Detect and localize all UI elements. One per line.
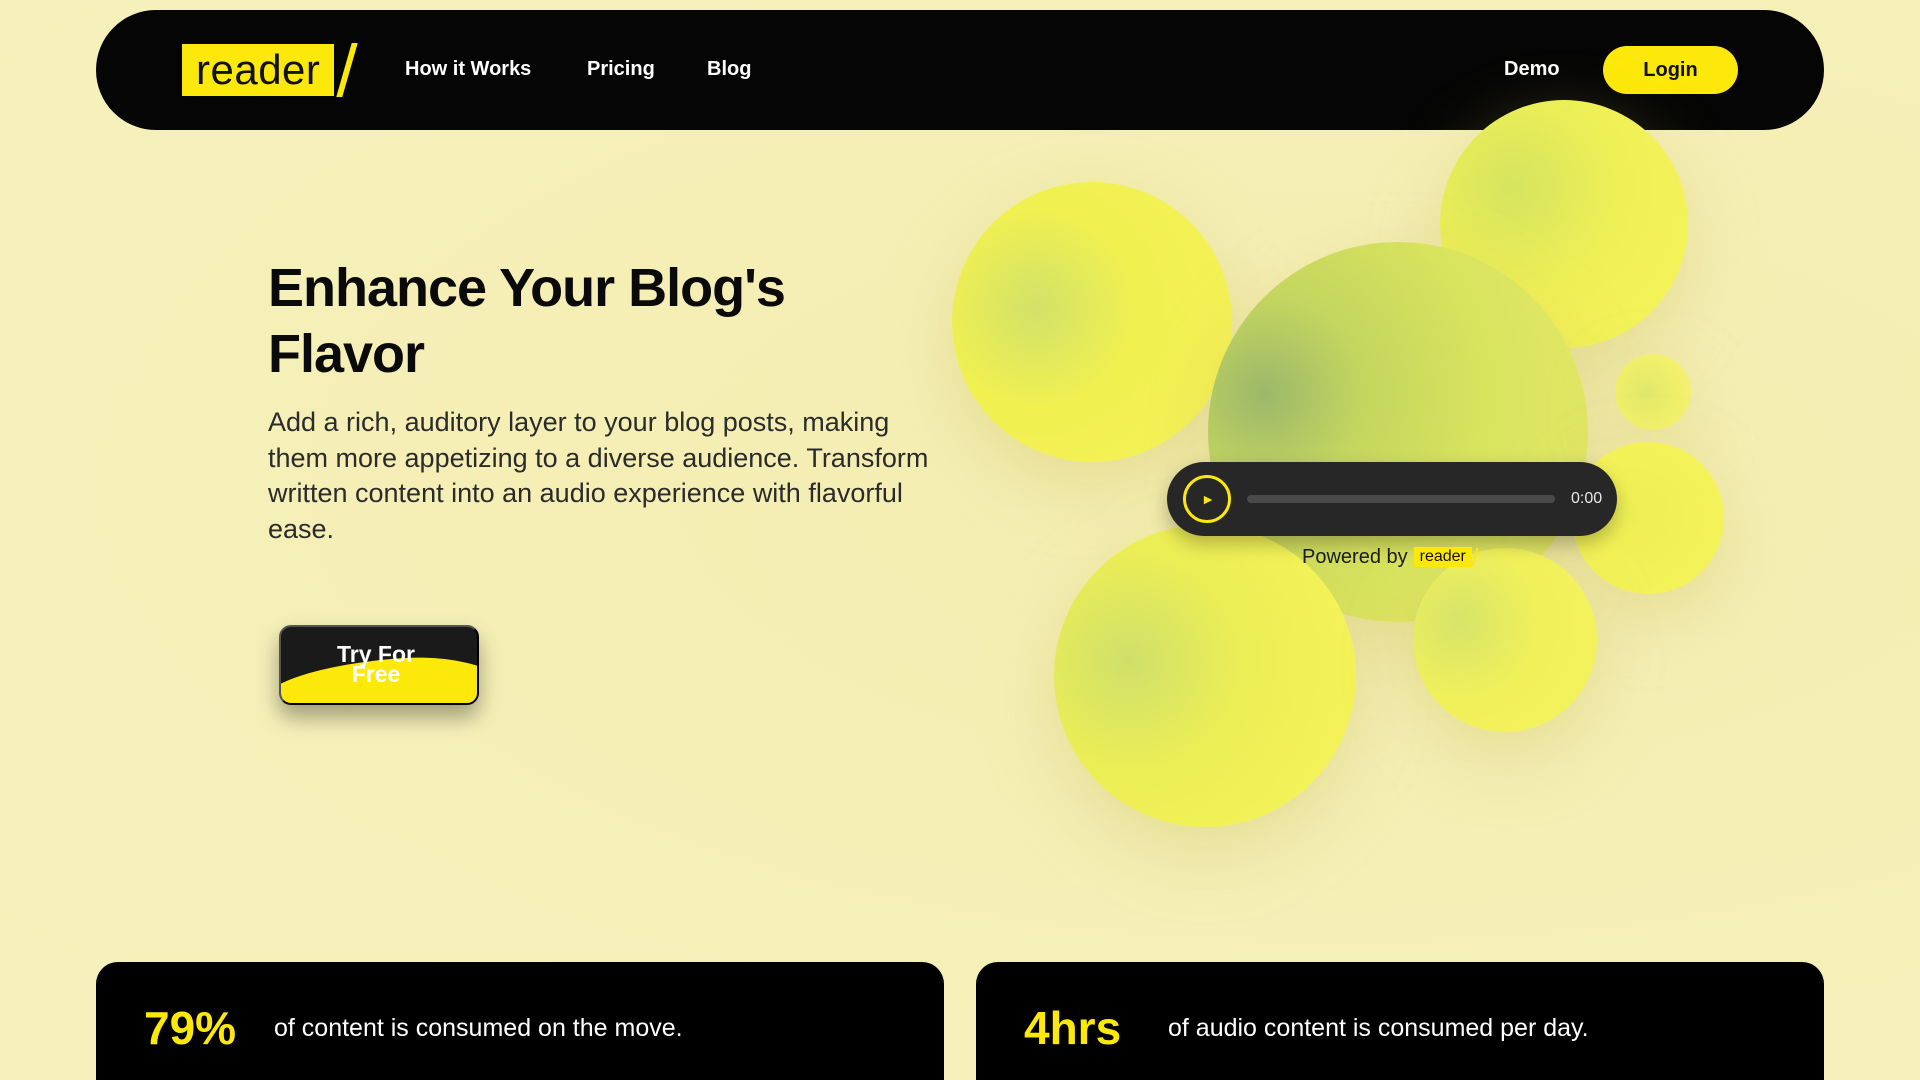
stat-text: of content is consumed on the move. <box>274 1014 683 1042</box>
time-display: 0:00 <box>1571 490 1603 507</box>
login-button[interactable]: Login <box>1603 46 1738 94</box>
nav-pricing[interactable]: Pricing <box>587 54 655 84</box>
hero-description: Add a rich, auditory layer to your blog … <box>268 407 929 544</box>
stat-value: 4hrs <box>1024 1002 1122 1054</box>
powered-by-text: Powered by <box>1302 545 1408 568</box>
stat-text: of audio content is consumed per day. <box>1168 1014 1589 1042</box>
logo-text: reader <box>182 44 335 96</box>
stat-card-daily: 4hrs of audio content is consumed per da… <box>976 962 1824 1080</box>
progress-track[interactable] <box>1247 495 1555 503</box>
try-for-free-button[interactable]: Try For Free <box>279 625 479 705</box>
logo-slash-icon <box>336 43 359 97</box>
audio-player: ► 0:00 <box>1167 462 1617 536</box>
decorative-bubble <box>1413 548 1597 732</box>
reader-logo[interactable]: reader <box>182 43 359 97</box>
play-icon: ► <box>1201 491 1215 507</box>
decorative-bubble <box>952 182 1232 462</box>
decorative-bubble <box>1615 354 1691 430</box>
nav-blog[interactable]: Blog <box>707 54 751 84</box>
powered-by-badge: Powered by reader <box>1302 545 1479 569</box>
cta-label: Try For Free <box>337 641 415 687</box>
nav-demo[interactable]: Demo <box>1504 54 1560 84</box>
nav-how-it-works[interactable]: How it Works <box>405 54 531 84</box>
decorative-bubble <box>1054 525 1356 827</box>
stat-card-mobile: 79% of content is consumed on the move. <box>96 962 944 1080</box>
hero-title: Enhance Your Blog's Flavor <box>268 258 786 384</box>
powered-by-logo[interactable]: reader <box>1413 547 1472 567</box>
play-button[interactable]: ► <box>1183 475 1231 523</box>
stat-value: 79% <box>144 1002 237 1054</box>
